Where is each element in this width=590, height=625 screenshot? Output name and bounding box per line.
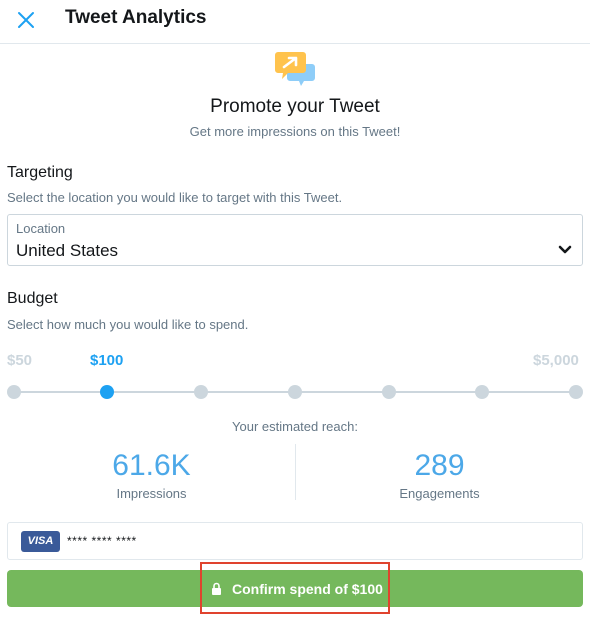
budget-step-4[interactable] [382, 385, 396, 399]
promote-icon [275, 52, 315, 86]
budget-title: Budget [7, 290, 58, 307]
budget-max-label: $5,000 [533, 352, 579, 369]
budget-step-5[interactable] [475, 385, 489, 399]
chevron-down-icon [558, 245, 572, 254]
close-icon[interactable] [14, 8, 38, 32]
targeting-description: Select the location you would like to ta… [7, 190, 343, 205]
engagements-value: 289 [414, 449, 465, 482]
location-value: United States [16, 241, 119, 260]
budget-description: Select how much you would like to spend. [7, 317, 249, 332]
payment-card-select[interactable]: VISA **** **** **** [7, 522, 583, 560]
location-select[interactable]: Location United States [7, 214, 583, 266]
budget-step-6[interactable] [569, 385, 583, 399]
budget-step-1[interactable] [100, 385, 114, 399]
visa-card-icon: VISA [21, 531, 60, 552]
budget-step-2[interactable] [194, 385, 208, 399]
card-number-masked: **** **** **** [67, 534, 137, 548]
location-label: Location [16, 221, 66, 236]
impressions-value: 61.6K [112, 449, 191, 482]
impressions-stat: 61.6K Impressions [4, 448, 299, 501]
close-button[interactable] [14, 8, 38, 32]
reach-label: Your estimated reach: [232, 419, 358, 434]
confirm-label: Confirm spend of $100 [232, 580, 383, 597]
budget-step-0[interactable] [7, 385, 21, 399]
engagements-label: Engagements [399, 486, 480, 501]
engagements-stat: 289 Engagements [292, 448, 587, 501]
budget-step-3[interactable] [288, 385, 302, 399]
promo-subtitle: Get more impressions on this Tweet! [189, 124, 401, 139]
budget-selected-label: $100 [90, 352, 124, 369]
targeting-title: Targeting [7, 164, 73, 181]
impressions-label: Impressions [116, 486, 187, 501]
promo-title: Promote your Tweet [210, 96, 380, 117]
lock-icon [212, 582, 221, 595]
header-title: Tweet Analytics [65, 7, 207, 28]
confirm-content: Confirm spend of $100 [211, 570, 383, 607]
budget-min-label: $50 [7, 352, 33, 369]
header-bar: Tweet Analytics [0, 0, 590, 44]
confirm-spend-button[interactable]: Confirm spend of $100 [7, 570, 583, 607]
